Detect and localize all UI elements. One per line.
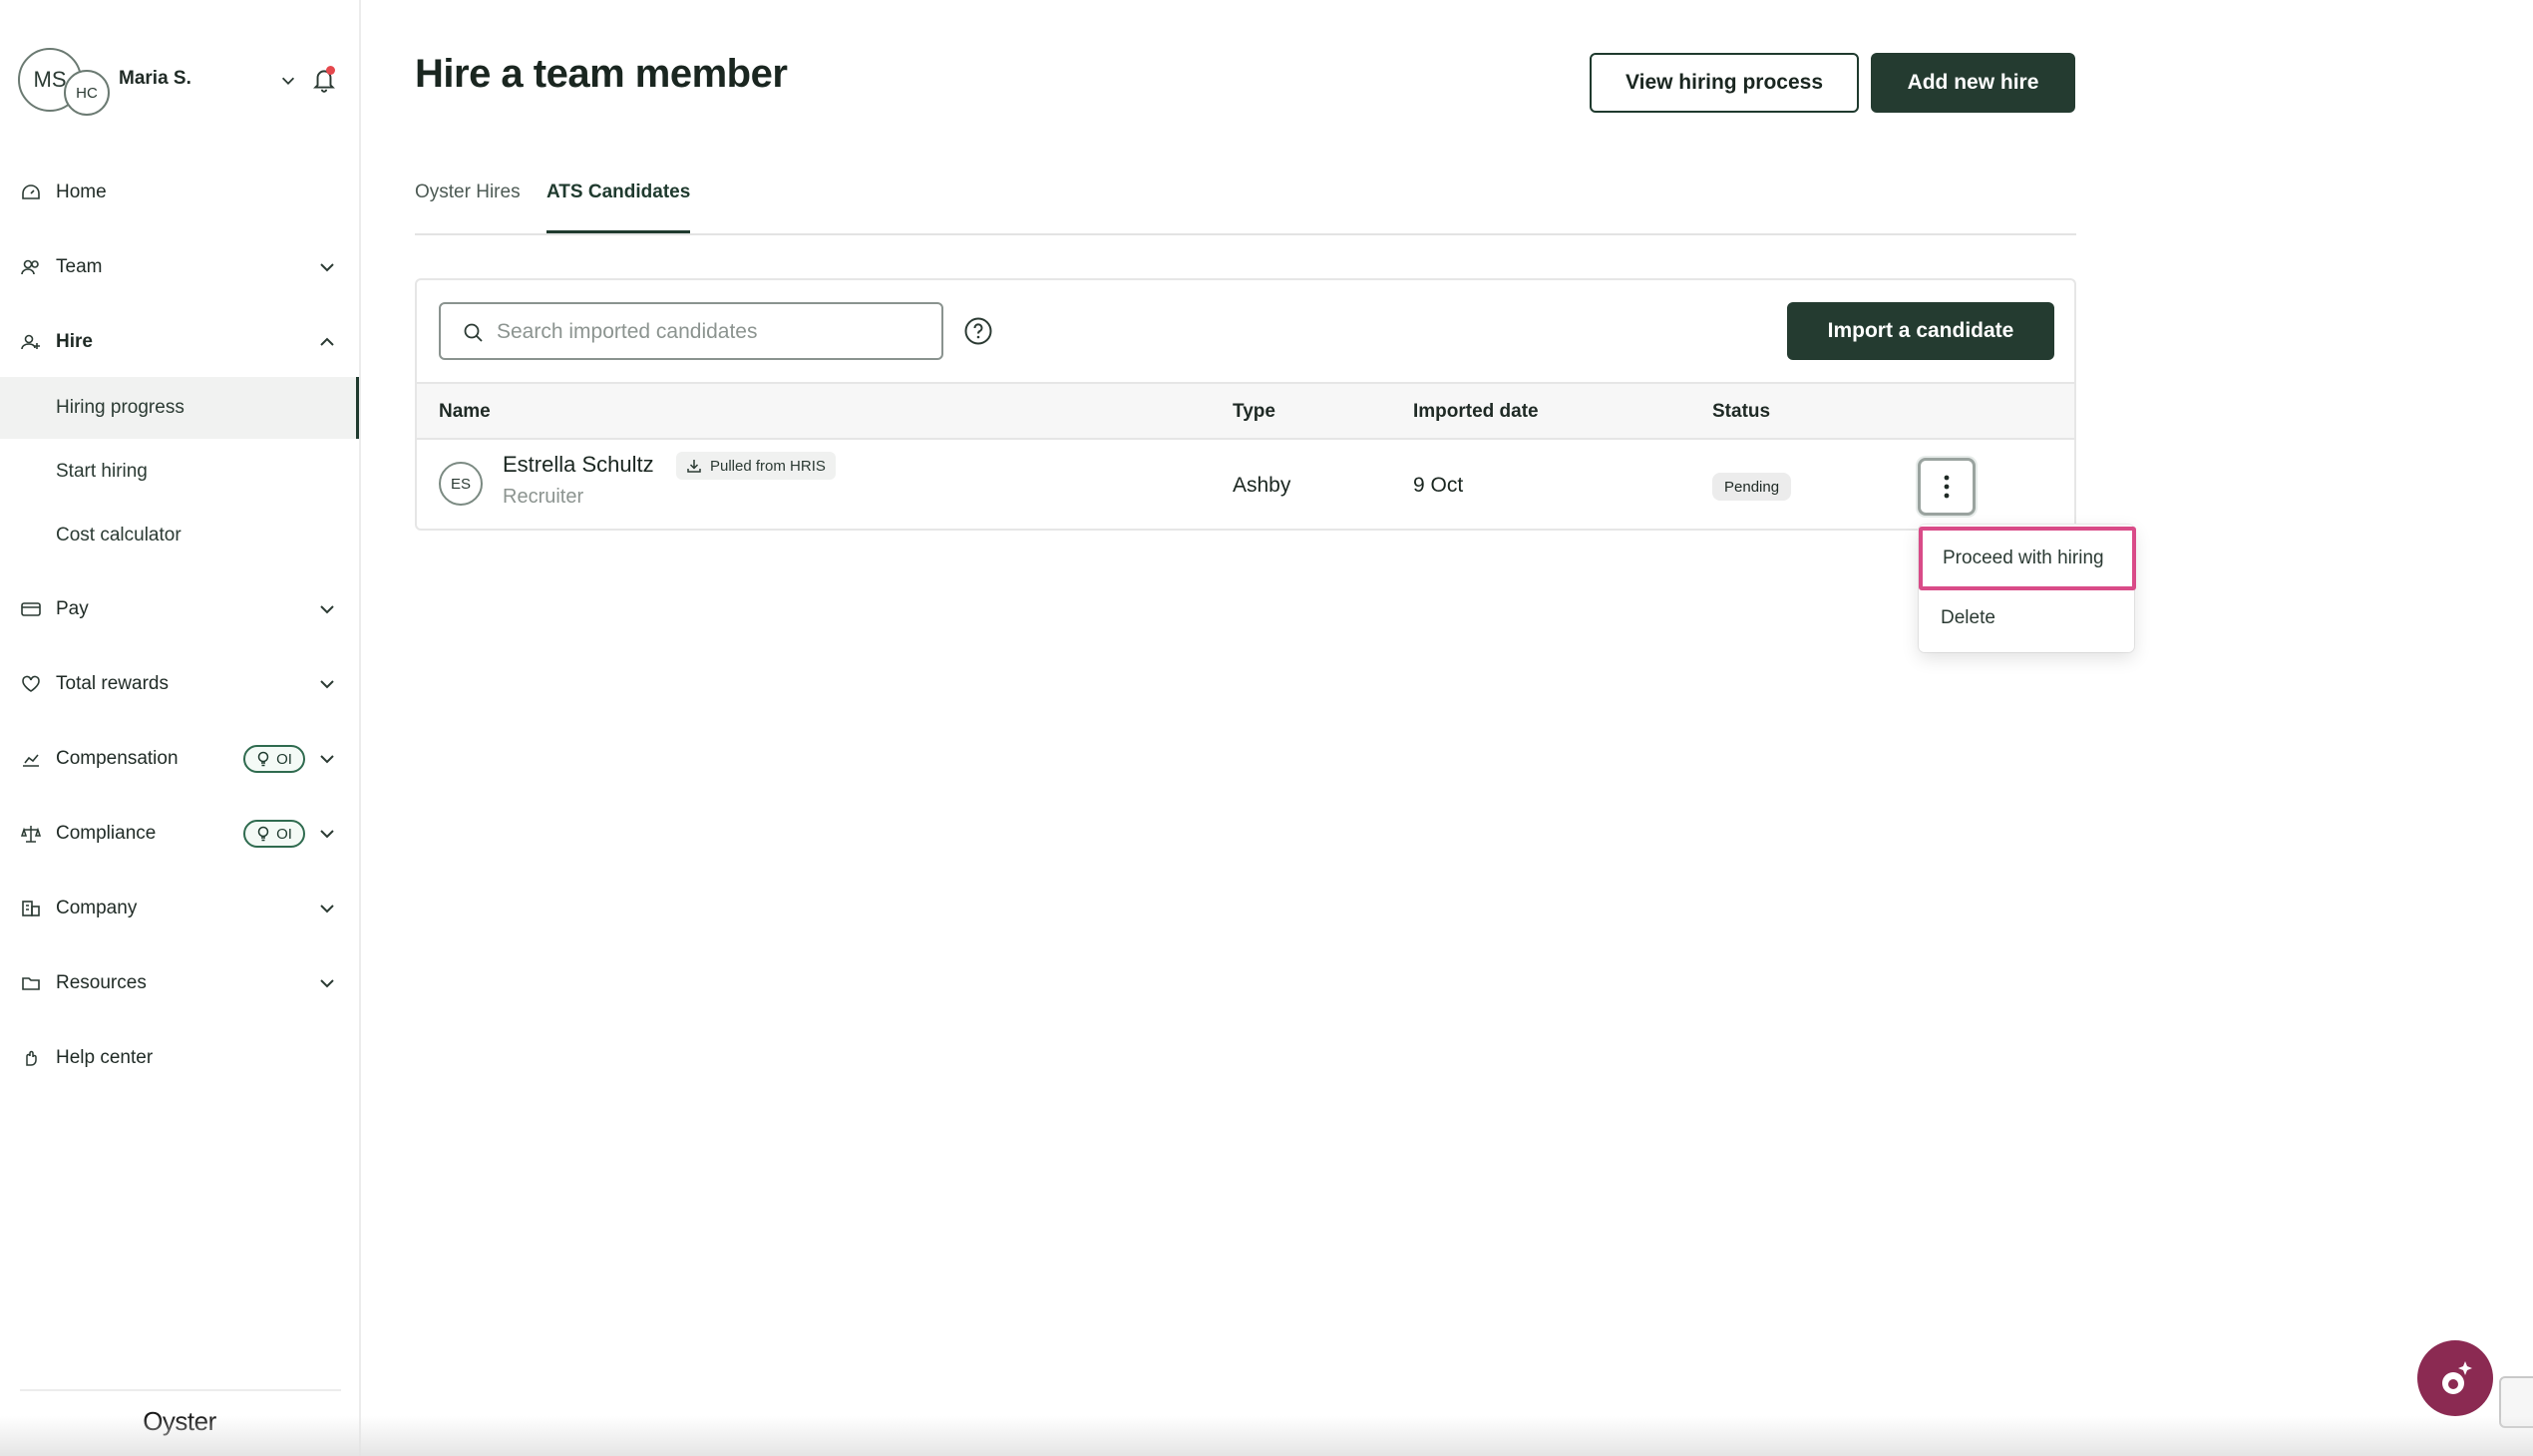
nav-company[interactable]: Company bbox=[0, 886, 359, 931]
company-avatar: HC bbox=[64, 70, 110, 116]
nav-hire[interactable]: Hire bbox=[0, 319, 359, 365]
profile-switcher[interactable]: MS HC Maria S. bbox=[18, 48, 347, 118]
nav-label: Company bbox=[56, 898, 138, 918]
hris-badge: Pulled from HRIS bbox=[676, 452, 836, 480]
column-header-name[interactable]: Name bbox=[439, 401, 491, 423]
search-input[interactable] bbox=[497, 314, 925, 350]
nav-label: Resources bbox=[56, 972, 147, 993]
scale-icon bbox=[20, 826, 42, 843]
nav-label: Hire bbox=[56, 331, 93, 352]
table-row[interactable]: ES Estrella Schultz Pulled from HRIS Rec… bbox=[417, 440, 2074, 530]
candidate-imported-date: 9 Oct bbox=[1413, 474, 1464, 497]
bottom-shadow bbox=[0, 1416, 2533, 1456]
home-icon bbox=[22, 184, 40, 199]
chevron-down-icon bbox=[320, 905, 334, 913]
view-hiring-process-button[interactable]: View hiring process bbox=[1590, 53, 1859, 113]
nav-cost-calculator[interactable]: Cost calculator bbox=[0, 505, 359, 566]
nav-label: Hiring progress bbox=[56, 397, 184, 418]
nav-label: Compliance bbox=[56, 823, 157, 844]
chevron-down-icon bbox=[320, 263, 334, 272]
tab-ats-candidates[interactable]: ATS Candidates bbox=[546, 182, 691, 233]
nav-start-hiring[interactable]: Start hiring bbox=[0, 441, 359, 503]
candidate-name: Estrella Schultz bbox=[503, 452, 654, 477]
column-header-type[interactable]: Type bbox=[1233, 401, 1275, 423]
nav-label: Team bbox=[56, 256, 103, 277]
nav-team[interactable]: Team bbox=[0, 244, 359, 290]
team-icon bbox=[21, 259, 39, 275]
assistant-button[interactable] bbox=[2417, 1340, 2493, 1416]
add-new-hire-button[interactable]: Add new hire bbox=[1871, 53, 2075, 113]
download-icon bbox=[687, 460, 701, 473]
row-actions-button[interactable] bbox=[1918, 458, 1976, 516]
notification-dot bbox=[326, 66, 335, 75]
nav-total-rewards[interactable]: Total rewards bbox=[0, 661, 359, 707]
brand-logo: Oyster bbox=[143, 1406, 216, 1436]
delete-menu-item[interactable]: Delete bbox=[1919, 590, 2134, 646]
search-icon bbox=[464, 323, 483, 342]
nav-hiring-progress[interactable]: Hiring progress bbox=[0, 377, 359, 439]
proceed-with-hiring-menu-item[interactable]: Proceed with hiring bbox=[1919, 527, 2136, 590]
chevron-down-icon[interactable] bbox=[279, 72, 297, 90]
heart-icon bbox=[22, 675, 40, 692]
nav-resources[interactable]: Resources bbox=[0, 960, 359, 1006]
search-box bbox=[439, 302, 943, 360]
nav-label: Home bbox=[56, 182, 107, 202]
sparkle-assistant-icon bbox=[2442, 1361, 2472, 1394]
folder-icon bbox=[22, 977, 40, 990]
card-icon bbox=[21, 602, 41, 616]
nav-label: Compensation bbox=[56, 748, 179, 769]
sidebar-divider bbox=[20, 1389, 341, 1391]
candidate-role: Recruiter bbox=[503, 486, 584, 508]
column-header-status[interactable]: Status bbox=[1712, 401, 1770, 423]
candidate-avatar: ES bbox=[439, 462, 483, 506]
nav-label: Pay bbox=[56, 598, 89, 619]
hris-badge-label: Pulled from HRIS bbox=[710, 457, 826, 475]
side-panel-tab[interactable] bbox=[2499, 1376, 2533, 1428]
chevron-down-icon bbox=[320, 755, 334, 764]
oi-badge-label: OI bbox=[276, 825, 292, 843]
lightbulb-icon bbox=[257, 751, 269, 767]
chevron-down-icon bbox=[320, 830, 334, 839]
nav-label: Start hiring bbox=[56, 461, 148, 482]
tab-oyster-hires[interactable]: Oyster Hires bbox=[415, 182, 521, 233]
chevron-down-icon bbox=[320, 979, 334, 988]
oi-badge: OI bbox=[243, 745, 305, 773]
nav-help-center[interactable]: Help center bbox=[0, 1035, 359, 1081]
status-badge: Pending bbox=[1712, 473, 1792, 501]
page-title: Hire a team member bbox=[415, 52, 788, 96]
chevron-down-icon bbox=[320, 680, 334, 689]
nav-compensation[interactable]: Compensation OI bbox=[0, 736, 359, 782]
oi-badge-label: OI bbox=[276, 750, 292, 768]
building-icon bbox=[22, 901, 40, 916]
chevron-up-icon bbox=[320, 337, 334, 346]
add-person-icon bbox=[21, 334, 40, 350]
nav-label: Help center bbox=[56, 1047, 154, 1068]
help-circle-icon[interactable] bbox=[963, 316, 993, 346]
nav-home[interactable]: Home bbox=[0, 170, 359, 215]
more-vertical-icon bbox=[1944, 475, 1950, 499]
table-header: Name Type Imported date Status bbox=[417, 382, 2074, 440]
chevron-down-icon bbox=[320, 605, 334, 614]
column-header-imported-date[interactable]: Imported date bbox=[1413, 401, 1539, 423]
help-hand-icon bbox=[26, 1050, 37, 1066]
candidates-card: Import a candidate Name Type Imported da… bbox=[415, 278, 2076, 531]
nav-label: Cost calculator bbox=[56, 525, 181, 546]
import-candidate-button[interactable]: Import a candidate bbox=[1787, 302, 2054, 360]
chart-icon bbox=[23, 754, 39, 767]
profile-name: Maria S. bbox=[119, 68, 191, 89]
oi-badge: OI bbox=[243, 820, 305, 848]
sidebar: MS HC Maria S. Home Team Hire Hiring pro… bbox=[0, 0, 361, 1456]
row-actions-menu: Proceed with hiring Delete bbox=[1919, 525, 2136, 652]
candidate-type: Ashby bbox=[1233, 474, 1291, 497]
lightbulb-icon bbox=[257, 826, 269, 842]
nav-label: Total rewards bbox=[56, 673, 169, 694]
nav-compliance[interactable]: Compliance OI bbox=[0, 811, 359, 857]
nav-pay[interactable]: Pay bbox=[0, 586, 359, 632]
tab-bar: Oyster Hires ATS Candidates bbox=[415, 172, 2076, 235]
